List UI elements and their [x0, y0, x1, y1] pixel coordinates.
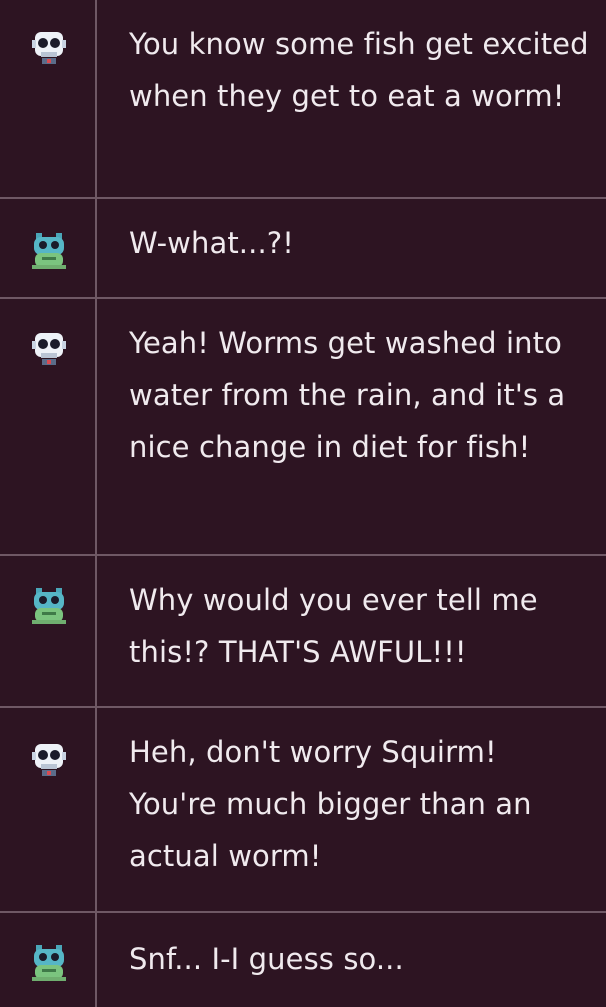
skull-robot-icon	[32, 329, 66, 369]
speaker-cell	[0, 0, 97, 197]
speaker-cell	[0, 199, 97, 297]
dialogue-text: Why would you ever tell me this!? THAT'S…	[129, 583, 538, 669]
dialogue-row: Why would you ever tell me this!? THAT'S…	[0, 556, 606, 708]
skull-robot-icon	[32, 28, 66, 68]
dialogue-text: W-what...?!	[129, 226, 294, 260]
dialogue-row: Yeah! Worms get washed into water from t…	[0, 299, 606, 556]
dialogue-row: Snf... I-I guess so...	[0, 913, 606, 1007]
dialogue-row: W-what...?!	[0, 199, 606, 299]
speaker-cell	[0, 913, 97, 1007]
dialogue-text: Yeah! Worms get washed into water from t…	[129, 326, 566, 464]
dialogue-log: You know some fish get excited when they…	[0, 0, 606, 1007]
worm-frog-icon	[32, 943, 66, 983]
dialogue-text: You know some fish get excited when they…	[129, 27, 589, 113]
worm-frog-icon	[32, 586, 66, 626]
skull-robot-icon	[32, 740, 66, 780]
speaker-cell	[0, 708, 97, 911]
speaker-cell	[0, 299, 97, 554]
dialogue-row: Heh, don't worry Squirm! You're much big…	[0, 708, 606, 913]
speaker-cell	[0, 556, 97, 706]
worm-frog-icon	[32, 231, 66, 271]
dialogue-row: You know some fish get excited when they…	[0, 0, 606, 199]
dialogue-text: Snf... I-I guess so...	[129, 942, 404, 976]
dialogue-text: Heh, don't worry Squirm! You're much big…	[129, 735, 532, 873]
